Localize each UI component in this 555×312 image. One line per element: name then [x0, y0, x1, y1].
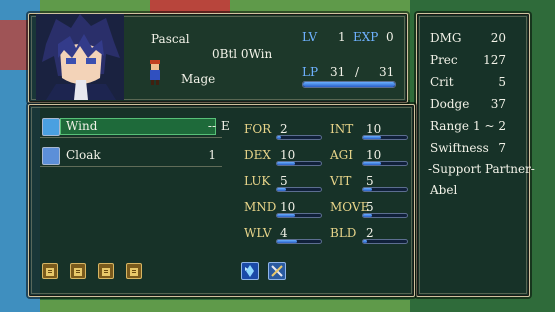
unit-name: Pascal: [151, 32, 190, 46]
lp-bar-fill: [303, 82, 395, 87]
combat-stat-value: 20: [490, 31, 506, 45]
magic-crystal-icon: [241, 262, 259, 280]
stat-bar: [362, 239, 408, 244]
stat-bar: [276, 187, 322, 192]
stat-bar-fill: [363, 240, 367, 243]
stat-bar-fill: [363, 188, 372, 191]
lp-label: LP: [302, 65, 319, 79]
stat-bar: [276, 161, 322, 166]
stat-bar: [276, 135, 322, 140]
stat-bar-fill: [277, 240, 297, 243]
stat-label: DEX: [244, 148, 271, 162]
item-uses: --: [207, 119, 216, 133]
stat-bar-fill: [363, 214, 372, 217]
crossed-swords-icon: [268, 262, 286, 280]
stat-bar-fill: [363, 136, 381, 139]
skill-scroll-icon-2[interactable]: [70, 263, 86, 279]
item-row-divider: [40, 137, 222, 138]
unit-class: Mage: [181, 72, 216, 86]
support-partner: Abel: [430, 183, 458, 197]
combat-stat-value: 127: [483, 53, 506, 67]
combat-stat-label: Crit: [430, 75, 454, 89]
stat-label: WLV: [244, 226, 272, 240]
tome-icon[interactable]: [42, 118, 60, 136]
equipped-marker: E: [221, 119, 230, 133]
combat-stat-value: 1 ~ 2: [473, 119, 506, 133]
stat-value: 5: [366, 174, 374, 188]
stat-value: 10: [280, 148, 296, 162]
exp-value: 0: [386, 30, 394, 44]
stat-value: 10: [280, 200, 296, 214]
combat-stat-label: DMG: [430, 31, 462, 45]
item-row-divider: [40, 166, 222, 167]
stat-label: FOR: [244, 122, 272, 136]
item-name[interactable]: Cloak: [66, 148, 101, 162]
stat-bar: [276, 239, 322, 244]
item-name[interactable]: Wind: [66, 119, 97, 133]
exp-label: EXP: [353, 30, 379, 44]
lp-bar: [302, 81, 396, 88]
stat-label: MND: [244, 200, 277, 214]
stat-bar-fill: [277, 214, 295, 217]
character-portrait: [36, 14, 124, 100]
cloak-icon[interactable]: [42, 147, 60, 165]
stat-bar: [276, 213, 322, 218]
stat-bar: [362, 187, 408, 192]
stat-label: LUK: [244, 174, 271, 188]
stat-label: INT: [330, 122, 354, 136]
stat-value: 5: [366, 200, 374, 214]
lv-label: LV: [302, 30, 318, 44]
lp-separator: /: [355, 65, 360, 79]
stat-bar: [362, 161, 408, 166]
combat-stat-value: 5: [498, 75, 506, 89]
stat-bar-fill: [277, 162, 295, 165]
stat-value: 2: [366, 226, 374, 240]
combat-stat-label: Dodge: [430, 97, 470, 111]
combat-stat-label: Range: [430, 119, 469, 133]
stat-bar: [362, 213, 408, 218]
stat-bar-fill: [277, 136, 281, 139]
stat-label: MOVE: [330, 200, 370, 214]
stat-bar: [362, 135, 408, 140]
combat-stat-value: 7: [498, 141, 506, 155]
stat-label: VIT: [330, 174, 352, 188]
stat-value: 5: [280, 174, 288, 188]
stat-value: 2: [280, 122, 288, 136]
lp-max: 31: [379, 65, 395, 79]
stat-value: 10: [366, 148, 382, 162]
skill-scroll-icon-4[interactable]: [126, 263, 142, 279]
lv-value: 1: [338, 30, 346, 44]
stat-value: 4: [280, 226, 288, 240]
lp-current: 31: [330, 65, 346, 79]
stat-bar-fill: [363, 162, 381, 165]
stat-label: BLD: [330, 226, 357, 240]
combat-stat-value: 37: [490, 97, 506, 111]
battle-record: 0Btl 0Win: [212, 47, 273, 61]
combat-stat-label: Prec: [430, 53, 458, 67]
skill-scroll-icon-1[interactable]: [42, 263, 58, 279]
stat-bar-fill: [277, 188, 286, 191]
unit-sprite: [150, 60, 160, 85]
item-uses: 1: [208, 148, 216, 162]
stat-value: 10: [366, 122, 382, 136]
stat-label: AGI: [330, 148, 353, 162]
support-header: -Support Partner-: [428, 162, 535, 176]
skill-scroll-icon-3[interactable]: [98, 263, 114, 279]
